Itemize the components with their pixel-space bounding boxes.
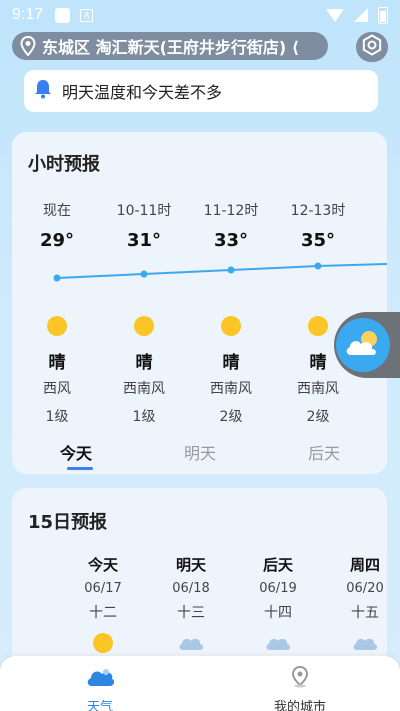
location-pin-icon (20, 36, 36, 56)
bottom-navigation: 天气 我的城市 (0, 656, 400, 711)
day-name: 后天 (262, 556, 293, 574)
day-item[interactable]: 后天 06/19 十四 (243, 554, 313, 652)
location-nav-icon (290, 665, 310, 692)
hour-wind: 西南风 (210, 381, 252, 397)
hour-wind-level: 2级 (219, 409, 243, 425)
cloudy-icon (265, 632, 291, 652)
battery-icon (378, 6, 388, 24)
nav-my-city[interactable]: 我的城市 (240, 665, 360, 711)
notification-icon (55, 7, 71, 23)
tab-day-after[interactable]: 后天 (284, 440, 364, 464)
day-lunar: 十四 (264, 605, 292, 621)
tab-tomorrow[interactable]: 明天 (160, 440, 240, 464)
status-bar: 9:17 A (0, 0, 400, 30)
day-lunar: 十三 (177, 605, 205, 621)
hour-condition: 晴 (48, 353, 66, 373)
hour-wind-level: 1级 (45, 409, 69, 425)
day-item[interactable]: 今天 06/17 十二 (68, 554, 138, 653)
hour-wind-level: 2级 (306, 409, 330, 425)
day-lunar: 十二 (89, 605, 117, 621)
day-lunar: 十五 (351, 605, 379, 621)
hour-label: 12-13时 (290, 203, 346, 219)
hour-item: 11-12时 33° 晴 西南风 2级 (188, 200, 274, 425)
day-name: 周四 (349, 556, 380, 574)
day-date: 06/17 (84, 581, 122, 596)
tab-today[interactable]: 今天 (36, 440, 116, 464)
temp-point (314, 262, 322, 270)
temp-point (227, 266, 235, 274)
day-item[interactable]: 周四 06/20 十五 (330, 554, 387, 652)
location-selector[interactable]: 东城区 淘汇新天(王府井步行街店) ⟨ (12, 32, 328, 60)
hour-item: 现在 29° 晴 西风 1级 (14, 200, 100, 425)
a-badge-icon: A (80, 8, 94, 22)
sun-icon (90, 632, 116, 653)
hour-wind: 西风 (43, 381, 71, 397)
day-name: 明天 (175, 556, 206, 574)
status-time: 9:17 (12, 6, 44, 23)
weather-notice: 明天温度和今天差不多 (24, 70, 378, 112)
location-text: 东城区 淘汇新天(王府井步行街店) ⟨ (42, 38, 300, 57)
day-name: 今天 (87, 556, 118, 574)
cloudy-icon (352, 632, 378, 652)
notice-text: 明天温度和今天差不多 (62, 83, 223, 102)
hour-label: 现在 (43, 203, 71, 219)
floating-weather-button[interactable] (334, 312, 400, 378)
nav-weather[interactable]: 天气 (40, 666, 160, 711)
day-date: 06/20 (346, 581, 384, 596)
float-circle (336, 318, 390, 372)
day-date: 06/19 (259, 581, 297, 596)
hour-temp: 29° (39, 230, 75, 251)
bell-icon (34, 79, 52, 103)
hourly-title: 小时预报 (28, 154, 100, 175)
nav-city-label: 我的城市 (273, 700, 326, 711)
sun-icon (47, 316, 67, 336)
hour-item: 10-11时 31° 晴 西南风 1级 (101, 200, 187, 425)
hourly-forecast-card: 小时预报 现在 29° 晴 西风 1级 10-11时 31° 晴 西南风 1级 … (12, 132, 387, 474)
hour-label: 11-12时 (203, 203, 259, 219)
day-item[interactable]: 明天 06/18 十三 (156, 554, 226, 652)
temp-point (140, 270, 148, 278)
sun-icon (134, 316, 154, 336)
weather-nav-icon (86, 669, 115, 692)
cloudy-icon (178, 632, 204, 652)
hour-condition: 晴 (135, 353, 153, 373)
hour-temp: 35° (300, 230, 336, 251)
gear-icon (361, 34, 383, 60)
active-tab-indicator (67, 467, 93, 470)
hour-label: 10-11时 (116, 203, 172, 219)
daily-title: 15日预报 (28, 512, 108, 533)
temp-point (53, 274, 61, 282)
hour-temp: 33° (213, 230, 249, 251)
settings-button[interactable] (356, 32, 388, 62)
hour-item: 12-13时 35° 晴 西南风 2级 (275, 200, 361, 425)
hour-temp: 31° (126, 230, 162, 251)
signal-icon (354, 8, 368, 22)
partly-cloudy-icon (343, 327, 383, 363)
hour-wind-level: 1级 (132, 409, 156, 425)
hour-wind: 西南风 (297, 381, 339, 397)
temperature-trend-line (53, 262, 387, 282)
nav-weather-label: 天气 (86, 700, 113, 711)
hour-condition: 晴 (222, 353, 240, 373)
sun-icon (221, 316, 241, 336)
wifi-icon (326, 8, 344, 22)
hour-wind: 西南风 (123, 381, 165, 397)
day-date: 06/18 (172, 581, 210, 596)
sun-icon (308, 316, 328, 336)
